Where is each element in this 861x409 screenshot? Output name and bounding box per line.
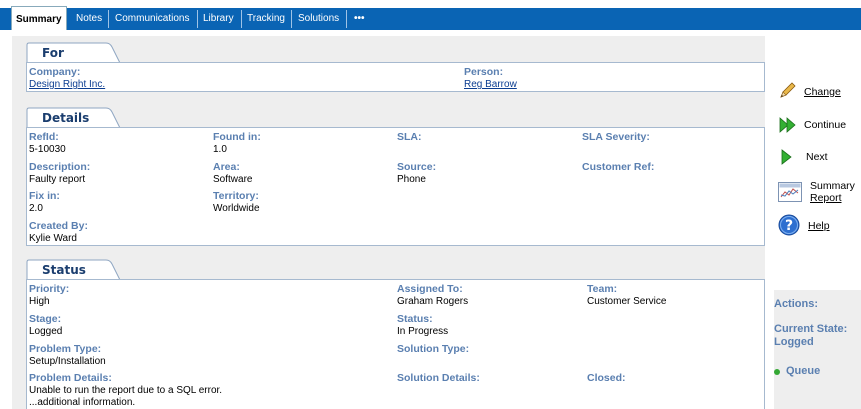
- sla-severity-label: SLA Severity:: [582, 131, 650, 143]
- refid-value: 5-10030: [29, 144, 66, 155]
- details-section-tab: Details: [26, 107, 134, 129]
- tab-separator: [291, 10, 292, 28]
- fix-in-value: 2.0: [29, 203, 43, 214]
- change-button[interactable]: Change: [778, 80, 858, 106]
- tab-separator: [197, 10, 198, 28]
- area-label: Area:: [213, 161, 240, 173]
- state-info-panel: Actions: Current State: Logged Queue: [774, 290, 861, 409]
- person-link[interactable]: Reg Barrow: [464, 79, 517, 90]
- next-button[interactable]: Next: [778, 148, 858, 174]
- pencil-icon: [780, 82, 796, 98]
- play-icon: [781, 149, 792, 165]
- customer-ref-label: Customer Ref:: [582, 161, 655, 173]
- status-section-tab: Status: [26, 259, 134, 281]
- priority-label: Priority:: [29, 283, 70, 295]
- current-state-value: Logged: [774, 336, 814, 348]
- territory-value: Worldwide: [213, 203, 260, 214]
- section-title-details: Details: [42, 111, 90, 125]
- status-panel: Priority: High Assigned To: Graham Roger…: [26, 279, 765, 409]
- solution-details-label: Solution Details:: [397, 372, 480, 384]
- continue-label: Continue: [804, 119, 847, 131]
- area-value: Software: [213, 174, 253, 185]
- summary-report-button[interactable]: Summary Report: [778, 178, 861, 208]
- status-value: In Progress: [397, 326, 449, 337]
- assigned-to-label: Assigned To:: [397, 283, 463, 295]
- problem-type-label: Problem Type:: [29, 343, 102, 355]
- found-in-value: 1.0: [213, 144, 227, 155]
- summary-report-label-1: Summary: [810, 180, 855, 192]
- tab-library[interactable]: Library: [199, 8, 238, 30]
- tab-summary[interactable]: Summary: [11, 6, 67, 30]
- current-state-label: Current State:: [774, 323, 848, 335]
- change-label: Change: [804, 86, 841, 98]
- team-label: Team:: [587, 283, 618, 295]
- queue-bullet-icon: [774, 369, 780, 375]
- tab-solutions[interactable]: Solutions: [294, 8, 343, 30]
- details-panel: RefId: 5-10030 Found in: 1.0 SLA: SLA Se…: [26, 127, 765, 246]
- source-label: Source:: [397, 161, 437, 173]
- tab-notes[interactable]: Notes: [72, 8, 106, 30]
- priority-value: High: [29, 296, 50, 307]
- territory-label: Territory:: [213, 190, 259, 202]
- fix-in-label: Fix in:: [29, 190, 60, 202]
- stage-label: Stage:: [29, 313, 62, 325]
- help-icon: ?: [778, 214, 800, 236]
- description-value: Faulty report: [29, 174, 86, 185]
- problem-details-label: Problem Details:: [29, 372, 112, 384]
- solution-type-label: Solution Type:: [397, 343, 470, 355]
- actions-label: Actions:: [774, 298, 818, 310]
- tab-separator: [108, 10, 109, 28]
- section-title-status: Status: [42, 263, 86, 277]
- queue-link[interactable]: Queue: [786, 365, 820, 377]
- help-label-text: Help: [808, 220, 830, 232]
- company-link[interactable]: Design Right Inc.: [29, 79, 105, 90]
- sla-label: SLA:: [397, 131, 422, 143]
- problem-details-line-2: ...additional information.: [29, 397, 136, 408]
- section-title-for: For: [42, 46, 64, 60]
- found-in-label: Found in:: [213, 131, 261, 143]
- tab-more[interactable]: •••: [350, 8, 369, 30]
- problem-details-line-1: Unable to run the report due to a SQL er…: [29, 385, 223, 396]
- for-panel: Company: Design Right Inc. Person: Reg B…: [26, 62, 765, 92]
- svg-text:?: ?: [785, 218, 793, 234]
- created-by-value: Kylie Ward: [29, 233, 77, 244]
- person-label: Person:: [464, 66, 504, 78]
- tab-separator: [346, 10, 347, 28]
- section-tab-shape: [26, 42, 121, 64]
- problem-type-value: Setup/Installation: [29, 356, 106, 367]
- stage-value: Logged: [29, 326, 63, 337]
- source-value: Phone: [397, 174, 426, 185]
- help-label: Help: [808, 220, 830, 232]
- continue-button[interactable]: Continue: [778, 116, 858, 142]
- status-label: Status:: [397, 313, 433, 325]
- tab-tracking[interactable]: Tracking: [243, 8, 289, 30]
- help-button[interactable]: ? Help: [778, 214, 858, 240]
- assigned-to-value: Graham Rogers: [397, 296, 469, 307]
- refid-label: RefId:: [29, 131, 59, 143]
- tab-separator: [241, 10, 242, 28]
- report-chart-icon: [778, 182, 802, 202]
- for-section-tab: For: [26, 42, 134, 64]
- next-label: Next: [806, 151, 828, 163]
- team-value: Customer Service: [587, 296, 667, 307]
- company-label: Company:: [29, 66, 81, 78]
- created-by-label: Created By:: [29, 220, 88, 232]
- tab-communications[interactable]: Communications: [111, 8, 193, 30]
- change-label-text: Change: [804, 86, 841, 98]
- description-label: Description:: [29, 161, 91, 173]
- closed-label: Closed:: [587, 372, 626, 384]
- fast-forward-icon: [779, 117, 796, 133]
- tab-bar: Summary Notes Communications Library Tra…: [0, 0, 861, 30]
- summary-report-label-2: Report: [810, 192, 842, 204]
